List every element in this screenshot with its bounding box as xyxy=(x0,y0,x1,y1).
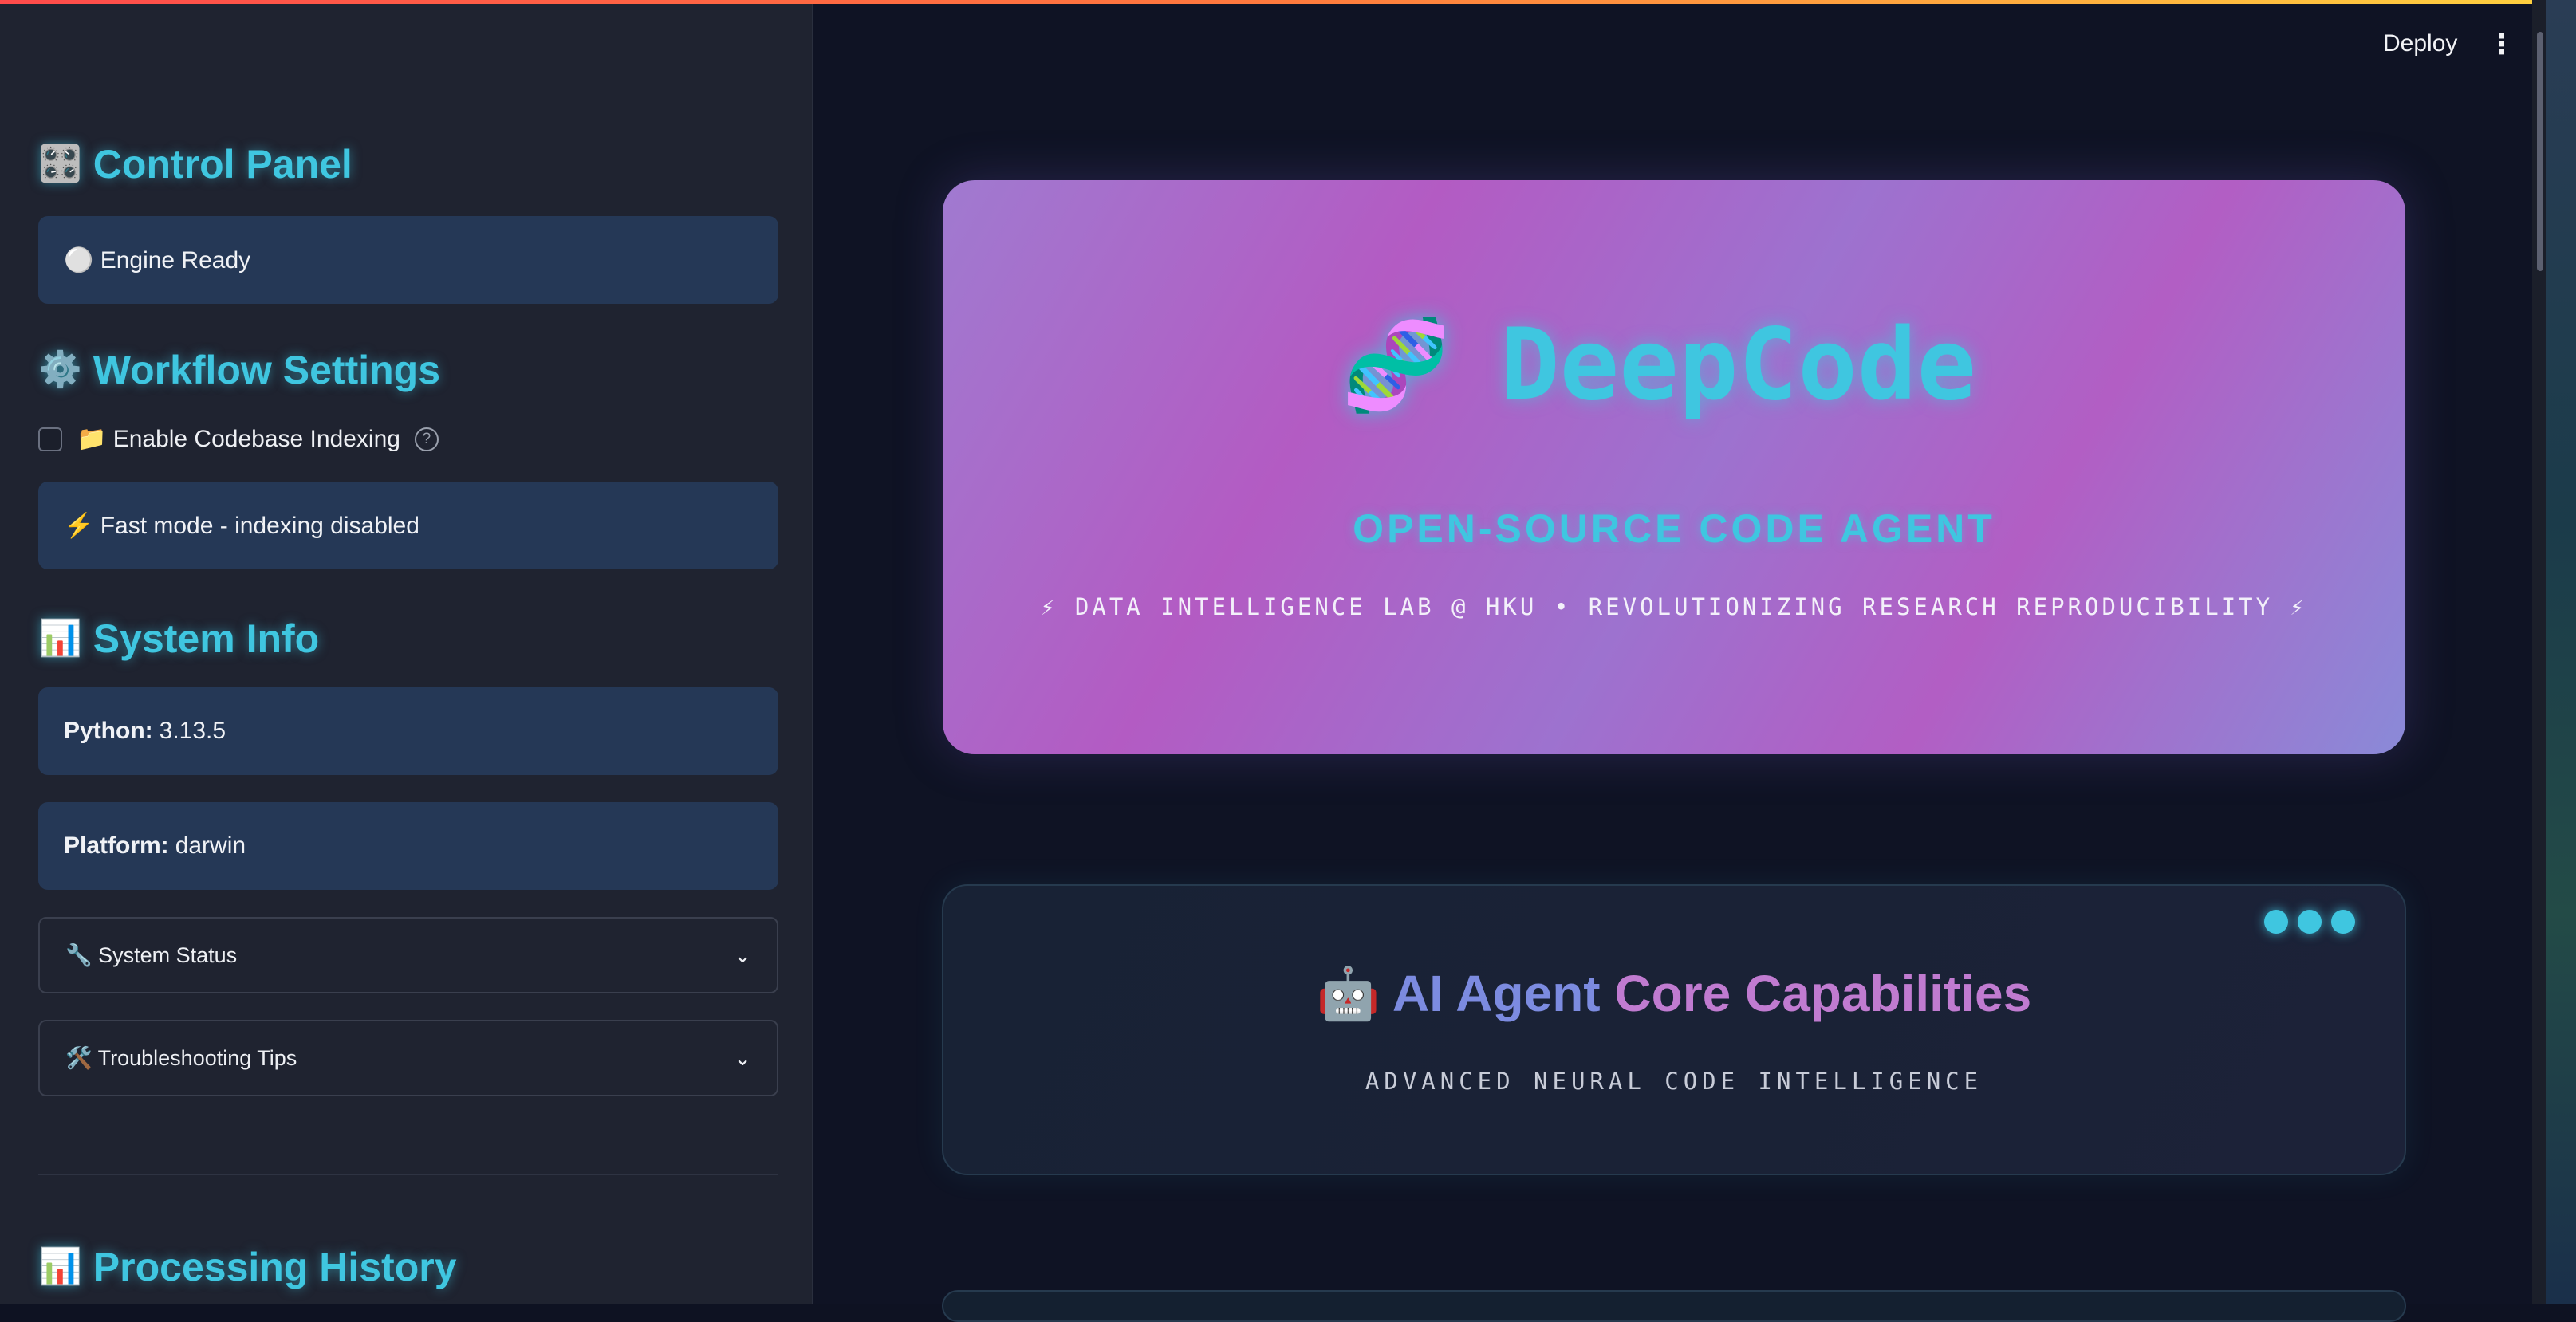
processing-history-heading: 📊 Processing History xyxy=(38,1244,457,1290)
more-menu-icon[interactable]: ⋮ xyxy=(2488,29,2515,61)
codebase-indexing-label[interactable]: 📁 Enable Codebase Indexing xyxy=(77,425,400,453)
platform-label: Platform: xyxy=(64,832,169,859)
bar-chart-icon: 📊 xyxy=(38,1247,82,1286)
troubleshooting-tips-label[interactable]: 🛠️ Troubleshooting Tips xyxy=(65,1045,297,1071)
python-version-box: Python: 3.13.5 xyxy=(38,687,778,775)
platform-box: Platform: darwin xyxy=(38,802,778,890)
mode-status-text: ⚡ Fast mode - indexing disabled xyxy=(64,512,419,539)
hero-title: DeepCode xyxy=(1499,308,1977,423)
codebase-indexing-row[interactable]: 📁 Enable Codebase Indexing ? xyxy=(38,425,439,453)
system-info-heading: 📊 System Info xyxy=(38,616,319,662)
python-value: 3.13.5 xyxy=(159,718,226,744)
mode-status-box: ⚡ Fast mode - indexing disabled xyxy=(38,482,778,569)
system-status-expander[interactable]: 🔧 System Status ⌄ xyxy=(38,917,778,993)
robot-icon: 🤖 xyxy=(1316,965,1381,1022)
scrollbar-thumb[interactable] xyxy=(2537,32,2543,271)
troubleshooting-tips-expander[interactable]: 🛠️ Troubleshooting Tips ⌄ xyxy=(38,1020,778,1096)
platform-value: darwin xyxy=(175,832,246,859)
capabilities-card: 🤖 AI Agent Core Capabilities ADVANCED NE… xyxy=(942,884,2406,1175)
next-card-edge xyxy=(942,1290,2406,1322)
capabilities-title: 🤖 AI Agent Core Capabilities xyxy=(943,964,2405,1024)
dna-icon: 🧬 xyxy=(1341,313,1451,416)
workflow-settings-heading: ⚙️ Workflow Settings xyxy=(38,347,440,393)
capabilities-title-part1: AI Agent xyxy=(1392,965,1601,1022)
engine-status-text: ⚪ Engine Ready xyxy=(64,246,251,273)
status-dot xyxy=(2331,910,2355,934)
hero-tagline: ⚡ DATA INTELLIGENCE LAB @ HKU • REVOLUTI… xyxy=(1040,593,2307,620)
control-knobs-icon: 🎛️ xyxy=(38,144,82,183)
chevron-down-icon[interactable]: ⌄ xyxy=(734,1046,751,1071)
python-label: Python: xyxy=(64,718,153,744)
status-dot xyxy=(2264,910,2288,934)
hero-logo: 🧬 DeepCode xyxy=(1341,308,1976,423)
status-dot xyxy=(2298,910,2322,934)
control-panel-title: Control Panel xyxy=(93,142,353,187)
system-status-label[interactable]: 🔧 System Status xyxy=(65,942,237,968)
status-dots xyxy=(2264,910,2355,934)
sidebar: 🎛️ Control Panel ⚪ Engine Ready ⚙️ Workf… xyxy=(0,4,813,1304)
sidebar-divider xyxy=(38,1174,778,1175)
processing-history-title: Processing History xyxy=(93,1245,457,1289)
workflow-settings-title: Workflow Settings xyxy=(93,348,441,392)
system-info-title: System Info xyxy=(93,616,320,661)
capabilities-title-part2: Core Capabilities xyxy=(1614,965,2032,1022)
control-panel-heading: 🎛️ Control Panel xyxy=(38,141,353,187)
bar-chart-icon: 📊 xyxy=(38,619,82,658)
hero-subtitle: OPEN-SOURCE CODE AGENT xyxy=(1353,506,1995,551)
hero-banner: 🧬 DeepCode OPEN-SOURCE CODE AGENT ⚡ DATA… xyxy=(943,180,2405,754)
help-icon[interactable]: ? xyxy=(414,427,439,451)
codebase-indexing-checkbox[interactable] xyxy=(38,427,62,451)
capabilities-subtitle: ADVANCED NEURAL CODE INTELLIGENCE xyxy=(1365,1068,1983,1095)
engine-status-box: ⚪ Engine Ready xyxy=(38,216,778,304)
chevron-down-icon[interactable]: ⌄ xyxy=(734,943,751,968)
deploy-button[interactable]: Deploy xyxy=(2383,30,2457,57)
gear-icon: ⚙️ xyxy=(38,350,82,389)
